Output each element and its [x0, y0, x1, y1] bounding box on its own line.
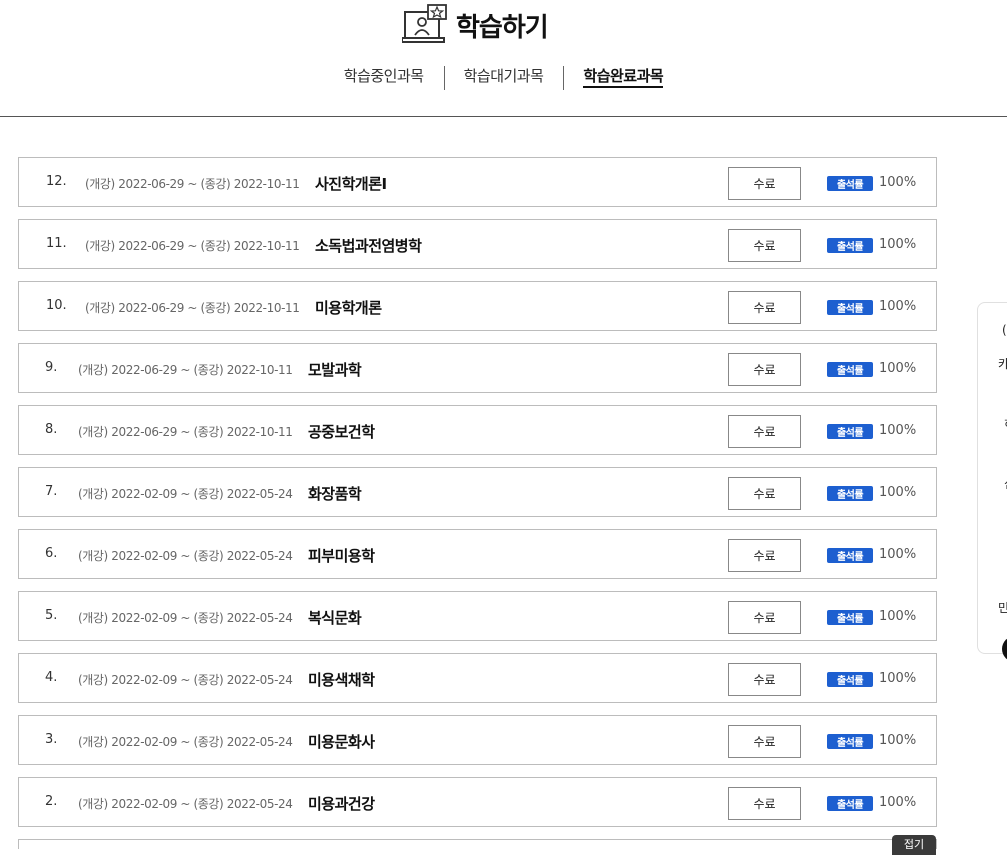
course-period: (개강) 2022-02-09 ~ (종강) 2022-05-24	[78, 797, 293, 811]
course-row: 2. (개강) 2022-02-09 ~ (종강) 2022-05-24 미용과…	[18, 777, 937, 827]
course-row: 11. (개강) 2022-06-29 ~ (종강) 2022-10-11 소독…	[18, 219, 937, 269]
course-period: (개강) 2022-02-09 ~ (종강) 2022-05-24	[78, 549, 293, 563]
course-number: 4.	[45, 670, 58, 685]
course-number: 8.	[45, 422, 58, 437]
course-period: (개강) 2022-06-29 ~ (종강) 2022-10-11	[85, 239, 300, 253]
attendance-rate: 100%	[879, 485, 917, 500]
course-row: 9. (개강) 2022-06-29 ~ (종강) 2022-10-11 모발과…	[18, 343, 937, 393]
course-title[interactable]: 피부미용학	[308, 545, 375, 566]
attendance-rate: 100%	[879, 609, 917, 624]
course-row: 8. (개강) 2022-06-29 ~ (종강) 2022-10-11 공중보…	[18, 405, 937, 455]
completion-button[interactable]: 수료	[728, 353, 801, 386]
attendance-badge: 출석률	[827, 672, 873, 687]
course-period: (개강) 2022-06-29 ~ (종강) 2022-10-11	[78, 425, 293, 439]
course-number: 11.	[46, 236, 67, 251]
course-list: 12. (개강) 2022-06-29 ~ (종강) 2022-10-11 사진…	[18, 157, 937, 849]
course-title[interactable]: 모발과학	[308, 359, 362, 380]
completion-button[interactable]: 수료	[728, 291, 801, 324]
side-panel-text: 카	[998, 355, 1007, 372]
course-number: 7.	[45, 484, 58, 499]
laptop-person-star-icon	[402, 4, 447, 43]
course-row-partial	[18, 839, 937, 849]
tab-in-progress[interactable]: 학습중인과목	[324, 64, 444, 90]
attendance-badge: 출석률	[827, 486, 873, 501]
attendance-rate: 100%	[879, 237, 917, 252]
title-wrap: 학습하기	[402, 4, 549, 46]
course-title[interactable]: 복식문화	[308, 607, 362, 628]
completion-button[interactable]: 수료	[728, 167, 801, 200]
course-row: 3. (개강) 2022-02-09 ~ (종강) 2022-05-24 미용문…	[18, 715, 937, 765]
attendance-badge: 출석률	[827, 610, 873, 625]
course-number: 5.	[45, 608, 58, 623]
attendance-badge: 출석률	[827, 362, 873, 377]
page-title: 학습하기	[456, 12, 549, 43]
course-row: 5. (개강) 2022-02-09 ~ (종강) 2022-05-24 복식문…	[18, 591, 937, 641]
side-panel-text: 민	[998, 599, 1007, 616]
course-title[interactable]: 미용과건강	[308, 793, 375, 814]
course-row: 4. (개강) 2022-02-09 ~ (종강) 2022-05-24 미용색…	[18, 653, 937, 703]
course-number: 9.	[45, 360, 58, 375]
attendance-rate: 100%	[879, 299, 917, 314]
fold-button[interactable]: 접기	[892, 835, 936, 855]
completion-button[interactable]: 수료	[728, 415, 801, 448]
page-header: 학습하기 학습중인과목 학습대기과목 학습완료과목	[0, 0, 1007, 117]
attendance-badge: 출석률	[827, 238, 873, 253]
completion-button[interactable]: 수료	[728, 725, 801, 758]
course-title[interactable]: 소독법과전염병학	[315, 235, 422, 256]
attendance-rate: 100%	[879, 733, 917, 748]
course-title[interactable]: 화장품학	[308, 483, 362, 504]
course-period: (개강) 2022-02-09 ~ (종강) 2022-05-24	[78, 611, 293, 625]
course-period: (개강) 2022-02-09 ~ (종강) 2022-05-24	[78, 487, 293, 501]
completion-button[interactable]: 수료	[728, 477, 801, 510]
course-number: 12.	[46, 174, 67, 189]
course-number: 3.	[45, 732, 58, 747]
course-row: 12. (개강) 2022-06-29 ~ (종강) 2022-10-11 사진…	[18, 157, 937, 207]
attendance-badge: 출석률	[827, 424, 873, 439]
completion-button[interactable]: 수료	[728, 663, 801, 696]
completion-button[interactable]: 수료	[728, 787, 801, 820]
course-period: (개강) 2022-06-29 ~ (종강) 2022-10-11	[78, 363, 293, 377]
side-panel: ( 카 히 심 민	[977, 302, 1007, 654]
attendance-badge: 출석률	[827, 796, 873, 811]
attendance-rate: 100%	[879, 361, 917, 376]
side-panel-text: (	[1002, 323, 1007, 337]
attendance-rate: 100%	[879, 423, 917, 438]
course-period: (개강) 2022-06-29 ~ (종강) 2022-10-11	[85, 301, 300, 315]
tab-waiting[interactable]: 학습대기과목	[443, 64, 564, 90]
course-period: (개강) 2022-02-09 ~ (종강) 2022-05-24	[78, 673, 293, 687]
attendance-badge: 출석률	[827, 548, 873, 563]
attendance-rate: 100%	[879, 547, 917, 562]
course-row: 10. (개강) 2022-06-29 ~ (종강) 2022-10-11 미용…	[18, 281, 937, 331]
course-title[interactable]: 미용학개론	[315, 297, 382, 318]
course-number: 10.	[46, 298, 67, 313]
course-number: 2.	[45, 794, 58, 809]
attendance-rate: 100%	[879, 671, 917, 686]
course-tabs: 학습중인과목 학습대기과목 학습완료과목	[0, 64, 1007, 90]
completion-button[interactable]: 수료	[728, 601, 801, 634]
course-row: 7. (개강) 2022-02-09 ~ (종강) 2022-05-24 화장품…	[18, 467, 937, 517]
attendance-badge: 출석률	[827, 734, 873, 749]
course-title[interactable]: 미용문화사	[308, 731, 375, 752]
course-title[interactable]: 미용색채학	[308, 669, 375, 690]
course-row: 6. (개강) 2022-02-09 ~ (종강) 2022-05-24 피부미…	[18, 529, 937, 579]
course-period: (개강) 2022-02-09 ~ (종강) 2022-05-24	[78, 735, 293, 749]
completion-button[interactable]: 수료	[728, 539, 801, 572]
attendance-rate: 100%	[879, 795, 917, 810]
tab-completed[interactable]: 학습완료과목	[563, 64, 683, 90]
attendance-rate: 100%	[879, 175, 917, 190]
course-title[interactable]: 공중보건학	[308, 421, 375, 442]
completion-button[interactable]: 수료	[728, 229, 801, 262]
attendance-badge: 출석률	[827, 300, 873, 315]
course-period: (개강) 2022-06-29 ~ (종강) 2022-10-11	[85, 177, 300, 191]
attendance-badge: 출석률	[827, 176, 873, 191]
course-number: 6.	[45, 546, 58, 561]
course-title[interactable]: 사진학개론Ⅰ	[315, 173, 387, 194]
